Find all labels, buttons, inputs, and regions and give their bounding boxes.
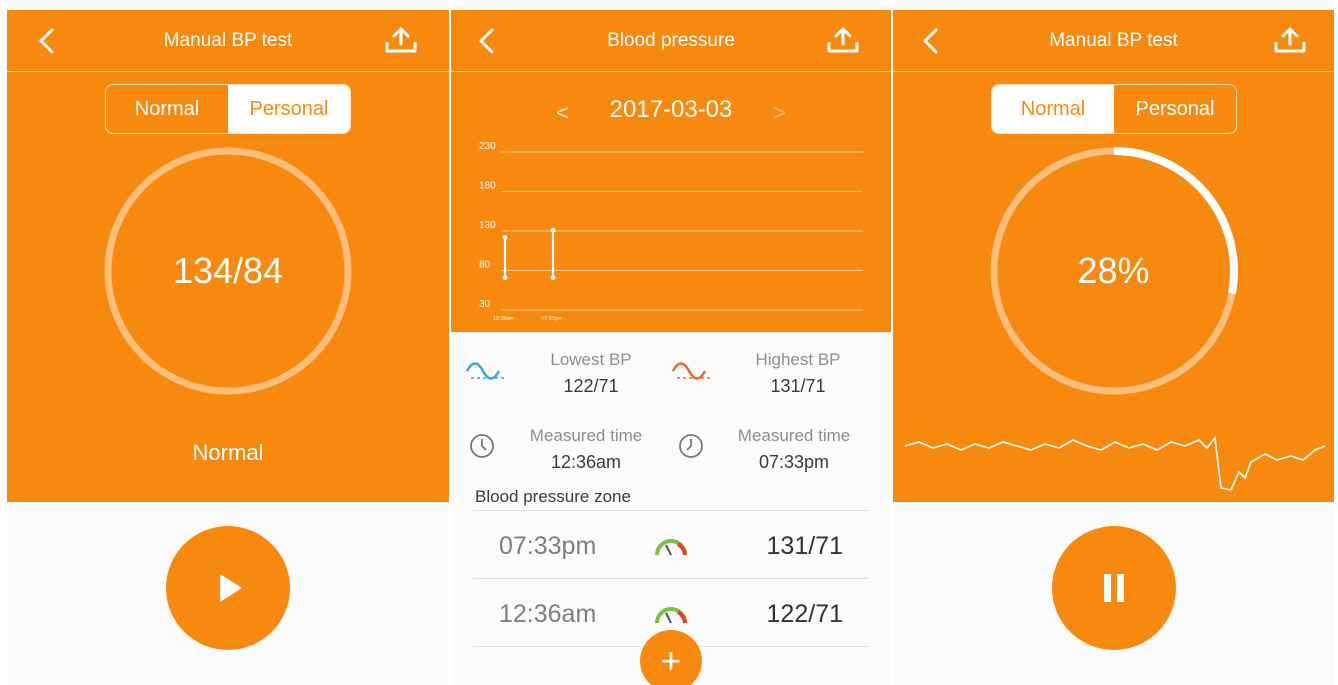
tab-normal[interactable]: Normal	[992, 85, 1114, 133]
clock-icon	[470, 434, 494, 458]
highest-bp-label: Highest BP	[755, 350, 841, 369]
bp-chart: 230 180 130 80 3012:36am 07:33pm	[479, 141, 863, 322]
blood-pressure-screen: Blood pressure < 2017-03-03 > 230 180 130 8…	[451, 0, 891, 685]
tab-normal[interactable]: Normal	[106, 85, 228, 133]
pause-button[interactable]	[1052, 526, 1176, 650]
divider	[473, 510, 869, 511]
top-bar: Manual BP test	[893, 10, 1334, 72]
next-date-button[interactable]: >	[773, 100, 786, 126]
gauge-icon	[655, 607, 687, 624]
tab-personal[interactable]: Personal	[228, 85, 350, 133]
plus-icon: +	[660, 640, 682, 681]
measured-time-label-1: Measured time	[529, 426, 643, 445]
bp-zone-title: Blood pressure zone	[475, 487, 631, 506]
pulse-waveform	[905, 436, 1325, 491]
add-record-button[interactable]: +	[640, 630, 702, 685]
bp-point	[502, 234, 508, 240]
manual-bp-test-screen-1: Manual BP test Normal Personal 134/84 No…	[7, 0, 449, 685]
upload-share-icon[interactable]	[383, 24, 419, 56]
progress-percent: 28%	[1077, 250, 1150, 291]
bp-reading: 134/84	[172, 250, 284, 291]
measured-time-value-1: 12:36am	[550, 452, 622, 472]
row-value: 122/71	[766, 600, 843, 628]
divider	[473, 578, 869, 579]
x-tick-label: 07:33pm	[541, 316, 563, 322]
row-time: 12:36am	[499, 600, 597, 628]
bp-point	[550, 275, 556, 281]
mode-toggle: Normal Personal	[105, 84, 351, 134]
measured-time-label-2: Measured time	[737, 426, 851, 445]
lowest-bp-label: Lowest BP	[550, 350, 632, 369]
start-button[interactable]	[166, 526, 290, 650]
mode-toggle: Normal Personal	[991, 84, 1237, 134]
measured-time-value-2: 07:33pm	[758, 452, 830, 472]
manual-bp-test-screen-2: Manual BP test Normal Personal 28%	[893, 0, 1334, 685]
clock-icon	[679, 434, 703, 458]
bp-point	[550, 227, 556, 233]
row-value: 131/71	[766, 532, 843, 560]
date-label: 2017-03-03	[609, 96, 733, 123]
lowest-bp-value: 122/71	[563, 376, 619, 396]
y-tick-label: 180	[479, 181, 496, 192]
top-bar: Manual BP test	[7, 10, 449, 72]
bp-status-label: Normal	[192, 440, 264, 465]
top-bar: Blood pressure	[451, 10, 891, 72]
pause-icon	[1104, 574, 1124, 602]
play-icon	[220, 574, 242, 602]
page-title: Manual BP test	[1049, 30, 1178, 51]
upload-share-icon[interactable]	[825, 24, 861, 56]
low-wave-icon	[465, 362, 505, 380]
upload-share-icon[interactable]	[1272, 24, 1308, 56]
tab-personal[interactable]: Personal	[1114, 85, 1236, 133]
highest-bp-value: 131/71	[770, 376, 826, 396]
high-wave-icon	[671, 362, 711, 380]
y-tick-label: 230	[479, 141, 496, 152]
row-time: 07:33pm	[499, 532, 597, 560]
x-tick-label: 12:36am	[493, 316, 515, 322]
gauge-icon	[655, 539, 687, 556]
y-tick-label: 80	[479, 260, 491, 271]
y-tick-label: 130	[479, 220, 496, 231]
bp-point	[502, 275, 508, 281]
y-tick-label: 30	[479, 299, 491, 310]
